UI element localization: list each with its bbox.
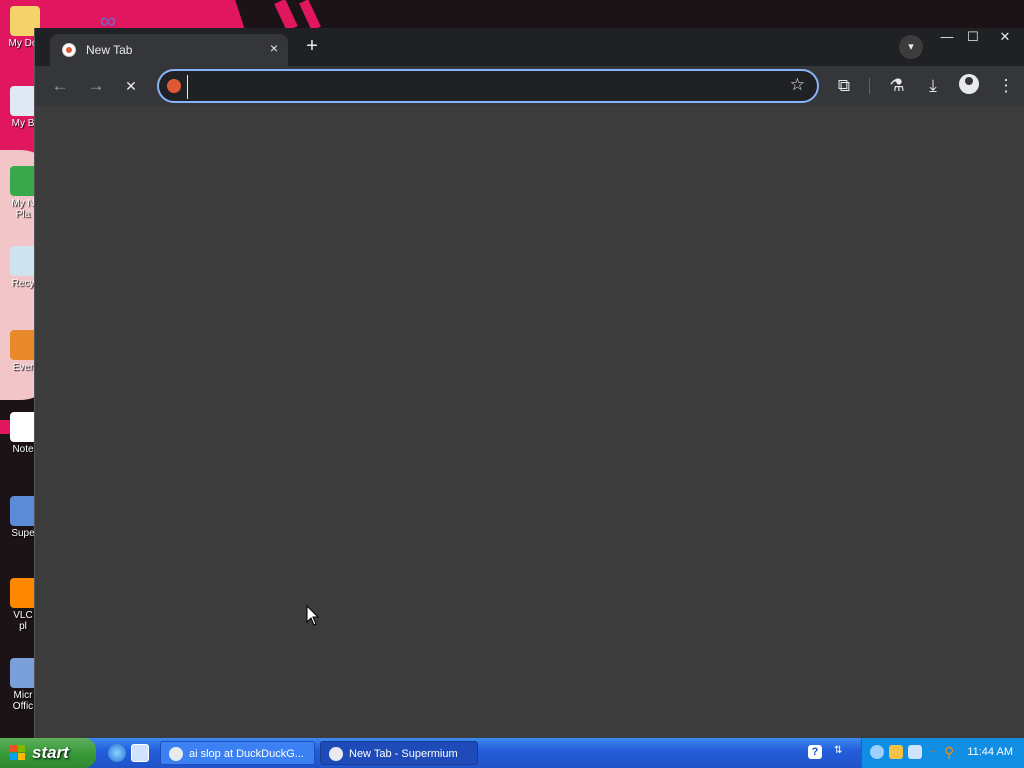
back-icon[interactable]: ← xyxy=(47,73,73,99)
new-tab-button[interactable]: + xyxy=(301,36,323,58)
supermium-icon xyxy=(329,747,343,761)
mouse-cursor-icon xyxy=(306,605,320,626)
show-desktop-icon[interactable] xyxy=(131,744,149,762)
toolbar-divider xyxy=(869,78,870,94)
duckduckgo-favicon-icon xyxy=(62,43,76,57)
taskbar-item-new-tab[interactable]: New Tab - Supermium xyxy=(320,741,478,765)
windows-flag-icon xyxy=(10,745,25,760)
language-icon[interactable]: ⇅ xyxy=(834,745,848,759)
tab-new-tab[interactable]: New Tab × xyxy=(50,34,288,66)
security-shield-icon[interactable] xyxy=(889,745,903,759)
taskbar: start ai slop at DuckDuckG... New Tab - … xyxy=(0,738,1024,768)
tab-search-chevron-icon[interactable]: ▾ xyxy=(899,35,923,59)
tab-close-icon[interactable]: × xyxy=(270,40,278,56)
minimize-button[interactable]: — xyxy=(933,28,961,46)
phone-icon[interactable] xyxy=(908,745,922,759)
wallpaper-shape xyxy=(274,0,298,32)
downloads-icon[interactable]: ⤓ xyxy=(920,73,946,99)
search-icon[interactable]: ⚲ xyxy=(944,745,958,759)
forward-icon[interactable]: → xyxy=(83,73,109,99)
menu-icon[interactable]: ⋮ xyxy=(993,73,1019,99)
page-content[interactable] xyxy=(35,106,1024,738)
profile-avatar-icon[interactable] xyxy=(959,74,979,94)
taskbar-item-label: New Tab - Supermium xyxy=(349,748,458,760)
start-label: start xyxy=(32,743,69,762)
toolbar: ← → ✕ ☆ ⧉ ⚗ ⤓ ⋮ xyxy=(35,66,1024,106)
close-window-button[interactable]: ✕ xyxy=(991,28,1019,46)
taskbar-item-label: ai slop at DuckDuckG... xyxy=(189,748,304,760)
supermium-icon xyxy=(169,747,183,761)
labs-flask-icon[interactable]: ⚗ xyxy=(884,73,910,99)
system-tray: → ⚲ 11:44 AM xyxy=(861,738,1024,768)
extensions-icon[interactable]: ⧉ xyxy=(831,73,857,99)
search-engine-icon xyxy=(167,79,181,93)
network-help-icon[interactable] xyxy=(870,745,884,759)
clock: 11:44 AM xyxy=(967,746,1013,758)
taskbar-item-duckduckgo[interactable]: ai slop at DuckDuckG... xyxy=(160,741,315,765)
internet-explorer-icon[interactable] xyxy=(108,744,126,762)
title-bar: New Tab × + ▾ — ☐ ✕ xyxy=(35,28,1024,66)
wallpaper-shape xyxy=(299,0,321,31)
stop-loading-icon[interactable]: ✕ xyxy=(118,73,144,99)
help-icon[interactable]: ? xyxy=(808,745,822,759)
tab-title: New Tab xyxy=(86,43,133,57)
bookmark-star-icon[interactable]: ☆ xyxy=(790,75,805,95)
maximize-button[interactable]: ☐ xyxy=(959,28,987,46)
browser-window: New Tab × + ▾ — ☐ ✕ ← → ✕ ☆ ⧉ ⚗ ⤓ ⋮ xyxy=(34,28,1024,738)
connection-icon[interactable]: → xyxy=(927,745,941,759)
address-bar[interactable]: ☆ xyxy=(157,69,819,103)
address-input[interactable] xyxy=(187,75,774,99)
start-button[interactable]: start xyxy=(0,738,96,768)
